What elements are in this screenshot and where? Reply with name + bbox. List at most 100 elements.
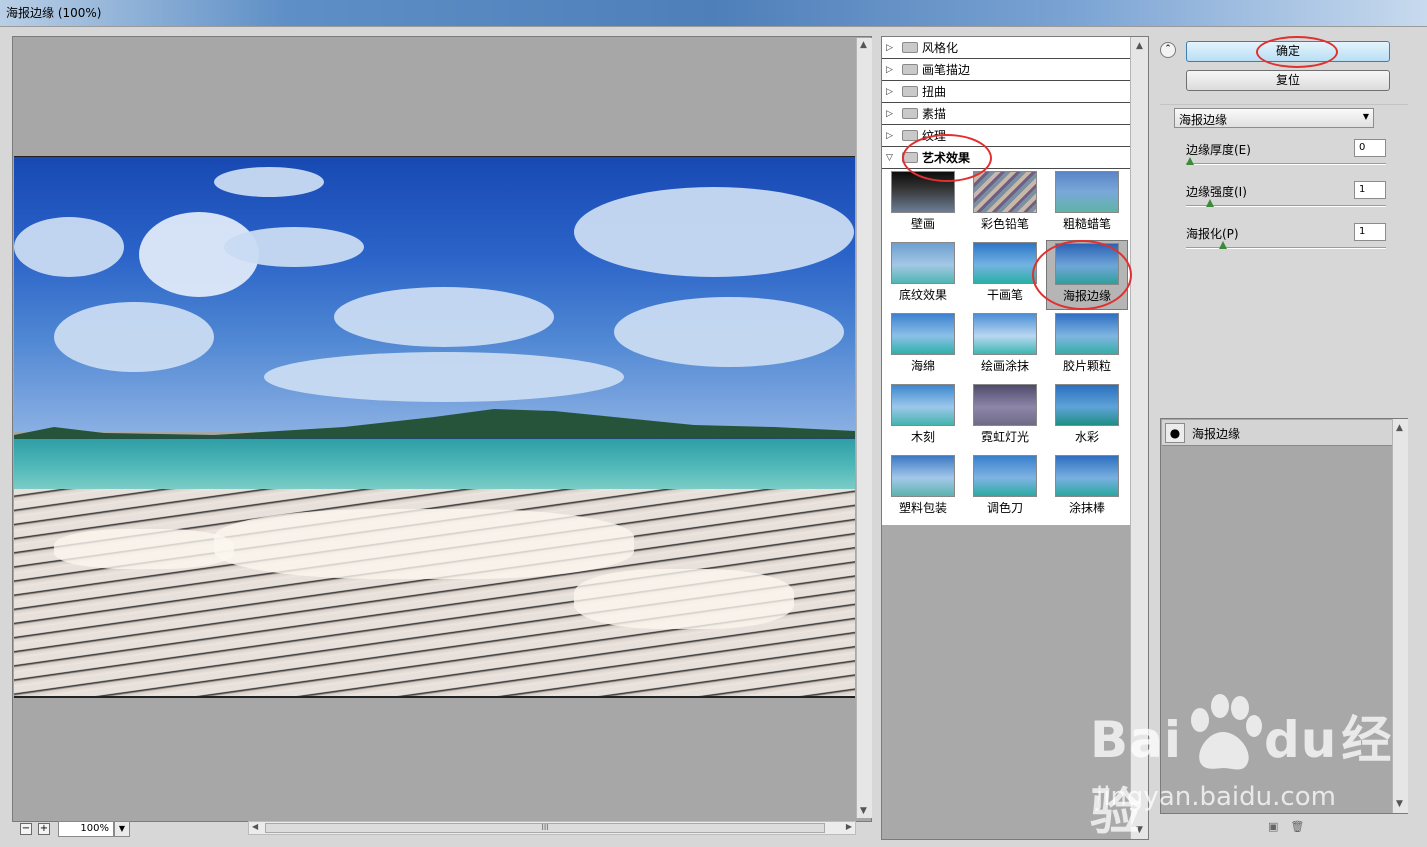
- filter-label: 粗糙蜡笔: [1062, 217, 1111, 231]
- cloud: [224, 227, 364, 267]
- filter-colored-pencil[interactable]: 彩色铅笔: [964, 169, 1046, 239]
- category-label: 素描: [922, 107, 947, 121]
- cloud: [264, 352, 624, 402]
- annotation-ring-artistic: [902, 134, 992, 182]
- annotation-ring-ok: [1256, 36, 1338, 68]
- folder-icon: [902, 42, 918, 53]
- expand-triangle-icon[interactable]: ▷: [886, 65, 900, 75]
- filter-rough-pastels[interactable]: 粗糙蜡笔: [1046, 169, 1128, 239]
- param-label: 边缘厚度(E): [1186, 143, 1251, 157]
- filter-paint-daubs[interactable]: 绘画涂抹: [964, 311, 1046, 381]
- watermark-brand: Bai: [1090, 711, 1182, 769]
- sand-highlight: [574, 569, 794, 629]
- cloud: [334, 287, 554, 347]
- collapse-triangle-icon[interactable]: ▽: [886, 153, 900, 163]
- sand-highlight: [54, 529, 234, 569]
- scroll-up-icon[interactable]: ▲: [1396, 423, 1403, 433]
- filter-thumbnail-image: [1055, 384, 1119, 426]
- filter-plastic-wrap[interactable]: 塑料包装: [882, 453, 964, 523]
- filter-thumbnail-image: [973, 455, 1037, 497]
- filter-thumbnail-image: [891, 242, 955, 284]
- sea-area: [14, 439, 855, 494]
- sky-area: [14, 157, 855, 432]
- reset-button[interactable]: 复位: [1186, 70, 1390, 91]
- filter-thumbnail-image: [891, 455, 955, 497]
- filter-label: 调色刀: [986, 501, 1023, 515]
- folder-icon: [902, 86, 918, 97]
- filter-smudge-stick[interactable]: 涂抹棒: [1046, 453, 1128, 523]
- collapse-gallery-icon[interactable]: ⌃: [1160, 42, 1176, 58]
- category-label: 风格化: [922, 41, 959, 55]
- param-edge-intensity: 边缘强度(I) 1: [1186, 181, 1386, 219]
- filter-thumbnail-image: [1055, 171, 1119, 213]
- folder-icon: [902, 108, 918, 119]
- filter-thumbnail-image: [973, 242, 1037, 284]
- filter-thumbnail-image: [891, 313, 955, 355]
- slider-knob[interactable]: [1205, 199, 1214, 207]
- posterization-field[interactable]: 1: [1354, 223, 1386, 241]
- filter-label: 涂抹棒: [1068, 501, 1105, 515]
- filter-label: 彩色铅笔: [980, 217, 1029, 231]
- filter-underpainting[interactable]: 底纹效果: [882, 240, 964, 310]
- scroll-up-icon[interactable]: ▲: [860, 40, 867, 50]
- category-stylize[interactable]: ▷ 风格化: [882, 37, 1130, 59]
- filter-palette-knife[interactable]: 调色刀: [964, 453, 1046, 523]
- filter-label: 木刻: [910, 430, 935, 444]
- expand-triangle-icon[interactable]: ▷: [886, 87, 900, 97]
- chevron-down-icon[interactable]: ▼: [114, 821, 130, 837]
- edge-intensity-field[interactable]: 1: [1354, 181, 1386, 199]
- zoom-in-button[interactable]: +: [38, 823, 50, 835]
- param-label: 边缘强度(I): [1186, 185, 1247, 199]
- zoom-out-button[interactable]: −: [20, 823, 32, 835]
- filter-sponge[interactable]: 海绵: [882, 311, 964, 381]
- cloud: [14, 217, 124, 277]
- preview-horizontal-scrollbar[interactable]: ◀ III ▶: [248, 821, 856, 835]
- filter-thumbnail-image: [973, 313, 1037, 355]
- category-brush-strokes[interactable]: ▷ 画笔描边: [882, 59, 1130, 81]
- filter-label: 海绵: [910, 359, 935, 373]
- filter-thumbnail-image: [891, 384, 955, 426]
- filter-label: 霓虹灯光: [980, 430, 1029, 444]
- filter-film-grain[interactable]: 胶片颗粒: [1046, 311, 1128, 381]
- slider-knob[interactable]: [1186, 157, 1194, 165]
- category-distort[interactable]: ▷ 扭曲: [882, 81, 1130, 103]
- filter-select-value: 海报边缘: [1179, 113, 1228, 127]
- slider-track[interactable]: [1186, 205, 1386, 207]
- filter-label: 绘画涂抹: [980, 359, 1029, 373]
- effect-layer-label: 海报边缘: [1192, 427, 1241, 441]
- slider-knob[interactable]: [1219, 241, 1228, 249]
- filter-label: 干画笔: [986, 288, 1023, 302]
- sand-area: [14, 489, 855, 696]
- category-label: 扭曲: [922, 85, 947, 99]
- effect-layer-row[interactable]: ● 海报边缘: [1162, 420, 1392, 446]
- scroll-thumb[interactable]: III: [265, 823, 825, 833]
- expand-triangle-icon[interactable]: ▷: [886, 131, 900, 141]
- chevron-down-icon[interactable]: ▼: [1363, 112, 1369, 121]
- cloud: [54, 302, 214, 372]
- preview-vertical-scrollbar[interactable]: ▲ ▼: [856, 38, 872, 818]
- cloud: [214, 167, 324, 197]
- filter-label: 胶片颗粒: [1062, 359, 1111, 373]
- slider-track[interactable]: [1186, 247, 1386, 249]
- zoom-level-field[interactable]: 100%: [58, 821, 114, 837]
- edge-thickness-field[interactable]: 0: [1354, 139, 1386, 157]
- expand-triangle-icon[interactable]: ▷: [886, 109, 900, 119]
- scroll-up-icon[interactable]: ▲: [1136, 41, 1143, 51]
- scroll-right-icon[interactable]: ▶: [846, 822, 852, 831]
- cloud: [614, 297, 844, 367]
- filter-thumbnail-image: [1055, 455, 1119, 497]
- param-edge-thickness: 边缘厚度(E) 0: [1186, 139, 1386, 177]
- filter-thumbnail-image: [973, 171, 1037, 213]
- filter-cutout[interactable]: 木刻: [882, 382, 964, 452]
- expand-triangle-icon[interactable]: ▷: [886, 43, 900, 53]
- filter-watercolor[interactable]: 水彩: [1046, 382, 1128, 452]
- scroll-left-icon[interactable]: ◀: [252, 822, 258, 831]
- filter-neon-glow[interactable]: 霓虹灯光: [964, 382, 1046, 452]
- filter-select[interactable]: 海报边缘 ▼: [1174, 108, 1374, 128]
- category-sketch[interactable]: ▷ 素描: [882, 103, 1130, 125]
- eye-icon[interactable]: ●: [1165, 423, 1185, 443]
- slider-track[interactable]: [1186, 163, 1386, 165]
- desktop-background: [0, 0, 1427, 28]
- scroll-down-icon[interactable]: ▼: [860, 806, 867, 816]
- filter-thumbnail-image: [973, 384, 1037, 426]
